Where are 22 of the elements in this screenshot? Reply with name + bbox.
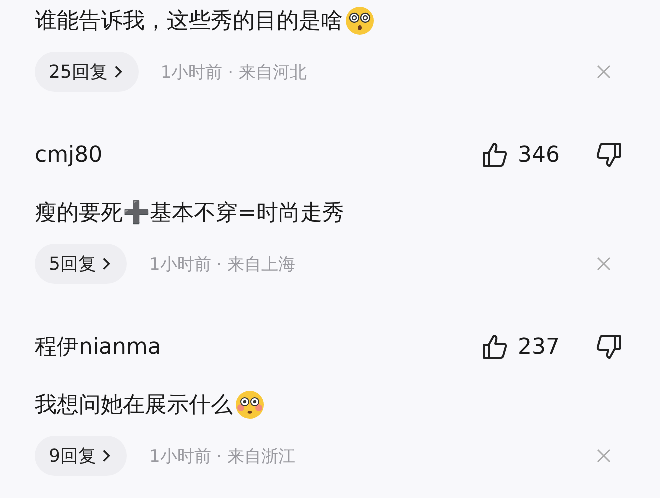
- like-count: 346: [518, 142, 561, 168]
- like-count: 237: [518, 334, 561, 360]
- chevron-right-icon: [102, 257, 112, 271]
- comment-meta: 1小时前 · 来自上海: [149, 254, 296, 276]
- thumbs-down-icon[interactable]: [596, 334, 622, 360]
- comment-text: 谁能告诉我，这些秀的目的是啥: [35, 8, 343, 36]
- comment-meta: 1小时前 · 来自浙江: [149, 446, 296, 468]
- thumbs-down-icon[interactable]: [596, 142, 622, 168]
- username[interactable]: cmj80: [35, 142, 482, 168]
- dizzy-face-icon: [345, 6, 375, 36]
- replies-button[interactable]: 5回复: [35, 244, 128, 284]
- flushed-face-icon: [235, 390, 265, 420]
- chevron-right-icon: [114, 65, 123, 79]
- thumbs-up-icon[interactable]: [482, 334, 508, 360]
- comment-text: 瘦的要死➕基本不穿=时尚走秀: [35, 200, 344, 228]
- comment-meta: 1小时前 · 来自河北: [160, 62, 308, 84]
- replies-button[interactable]: 25回复: [35, 52, 139, 92]
- username[interactable]: 程伊nianma: [35, 332, 482, 362]
- comment-text: 我想问她在展示什么: [35, 392, 233, 420]
- thumbs-up-icon[interactable]: [482, 142, 508, 168]
- chevron-right-icon: [102, 449, 112, 463]
- replies-button[interactable]: 9回复: [35, 436, 128, 476]
